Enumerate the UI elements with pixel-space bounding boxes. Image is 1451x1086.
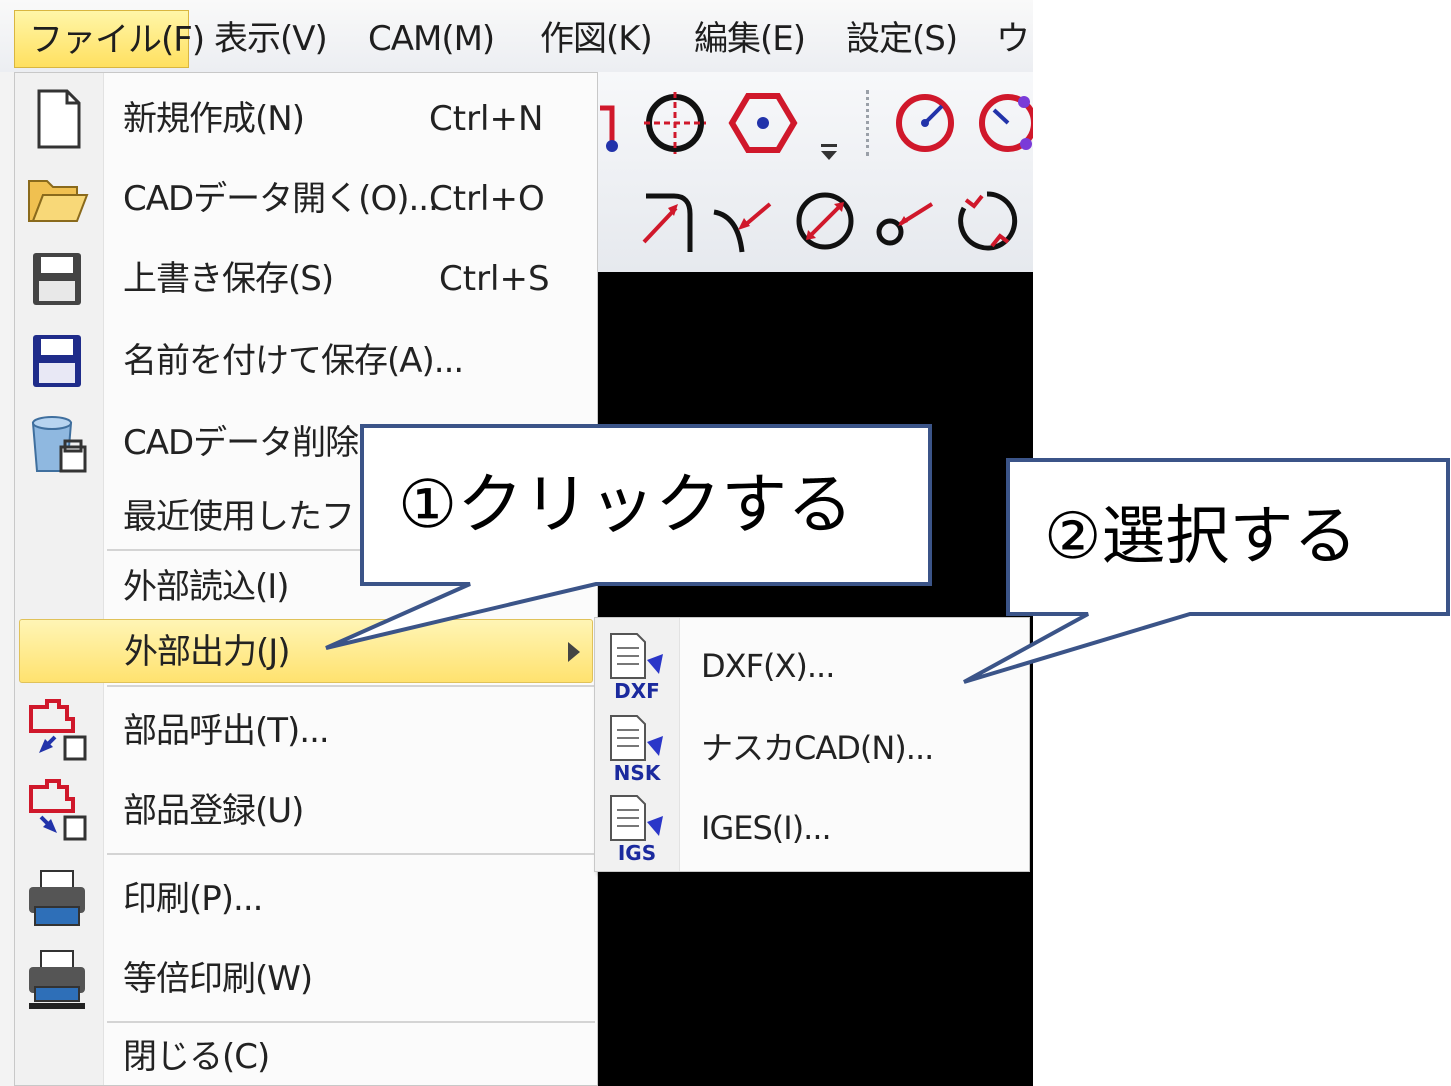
menu-cam[interactable]: CAM(M)	[354, 10, 508, 68]
rotate-arc-icon[interactable]	[952, 186, 1022, 256]
toolbar-row-1	[560, 74, 1033, 170]
toolbar-row-2	[560, 176, 1033, 272]
svg-text:IGS: IGS	[618, 841, 656, 864]
menu-separator	[107, 685, 595, 687]
menu-view[interactable]: 表示(V)	[200, 10, 341, 68]
nsk-export-icon: NSK	[610, 715, 663, 784]
menu-item-save-as[interactable]: 名前を付けて保存(A)...	[15, 321, 597, 401]
menu-item-shortcut: Ctrl+S	[439, 259, 550, 299]
submenu-item-dxf[interactable]: DXF DXF(X)...	[595, 626, 1029, 706]
menu-item-label: 印刷(P)...	[123, 879, 263, 919]
menu-item-part-register[interactable]: 部品登録(U)	[15, 771, 597, 851]
menu-file[interactable]: ファイル(F)	[14, 10, 205, 68]
submenu-arrow-icon	[568, 642, 580, 662]
new-document-icon	[37, 89, 81, 149]
part-register-icon	[29, 779, 87, 841]
menu-item-shortcut: Ctrl+N	[429, 99, 544, 139]
save-as-icon	[33, 335, 81, 387]
submenu-item-nsk[interactable]: NSK ナスカCAD(N)...	[595, 708, 1029, 788]
menu-item-export[interactable]: 外部出力(J)	[19, 619, 593, 683]
actual-size-print-icon	[29, 950, 85, 1009]
menu-edit[interactable]: 編集(E)	[680, 10, 819, 68]
menu-item-print[interactable]: 印刷(P)...	[15, 859, 597, 939]
menu-window[interactable]: ウィ	[982, 10, 1033, 68]
menu-item-new[interactable]: 新規作成(N) Ctrl+N	[15, 79, 597, 159]
menu-item-shortcut: Ctrl+O	[429, 179, 545, 219]
menu-item-label: 新規作成(N)	[123, 99, 305, 139]
menu-item-label: 部品呼出(T)...	[123, 711, 330, 751]
menu-item-label: 名前を付けて保存(A)...	[123, 341, 464, 381]
menu-item-actual-size-print[interactable]: 等倍印刷(W)	[15, 939, 597, 1019]
menu-item-label: 閉じる(C)	[123, 1037, 270, 1077]
menu-item-save[interactable]: 上書き保存(S) Ctrl+S	[15, 239, 597, 319]
menu-item-label: ナスカCAD(N)...	[701, 729, 934, 767]
circle-diameter-icon[interactable]	[790, 186, 860, 256]
chevron-down-icon[interactable]	[818, 126, 840, 166]
save-icon	[33, 253, 81, 305]
submenu-item-iges[interactable]: IGS IGES(I)...	[595, 788, 1029, 868]
callout-select-text: ②選択する	[1044, 500, 1358, 574]
center-point-icon[interactable]	[640, 88, 710, 158]
delete-data-icon	[31, 416, 87, 473]
menu-item-label: 等倍印刷(W)	[123, 959, 313, 999]
open-folder-icon	[28, 180, 89, 222]
menu-item-import[interactable]: 外部読込(I)	[15, 547, 597, 627]
dxf-export-icon: DXF	[610, 633, 663, 702]
callout-click-text: ①クリックする	[398, 466, 854, 543]
fillet-arrow-icon[interactable]	[708, 186, 778, 256]
iges-export-icon: IGS	[610, 795, 663, 864]
menu-separator	[107, 853, 595, 855]
menu-item-label: 外部読込(I)	[123, 567, 290, 607]
menu-settings[interactable]: 設定(S)	[832, 10, 971, 68]
hexagon-icon[interactable]	[728, 88, 798, 158]
toolbar-area	[560, 72, 1033, 272]
menu-item-label: 外部出力(J)	[124, 632, 291, 672]
menu-bar: ファイル(F) 表示(V) CAM(M) 作図(K) 編集(E) 設定(S) ウ…	[0, 0, 1033, 72]
toolbar-separator	[866, 90, 872, 156]
file-menu: 新規作成(N) Ctrl+N CADデータ開く(O)... Ctrl+O 上書き…	[14, 72, 598, 1086]
print-icon	[29, 870, 85, 926]
menu-item-label: DXF(X)...	[701, 647, 835, 685]
menu-item-close[interactable]: 閉じる(C)	[15, 1017, 597, 1086]
chamfer-arrow-icon[interactable]	[634, 186, 704, 256]
menu-item-label: CADデータ開く(O)...	[123, 179, 439, 219]
svg-text:DXF: DXF	[614, 679, 660, 702]
menu-item-label: IGES(I)...	[701, 809, 832, 847]
menu-draw[interactable]: 作図(K)	[526, 10, 666, 68]
circle-radius-icon[interactable]	[890, 88, 960, 158]
menu-item-label: 上書き保存(S)	[123, 259, 334, 299]
menu-item-label: CADデータ削除(D	[123, 423, 397, 463]
point-arrow-icon[interactable]	[870, 186, 940, 256]
menu-item-label: 部品登録(U)	[123, 791, 304, 831]
export-submenu: DXF DXF(X)... NSK ナスカCAD(N)... IGS IGES(…	[594, 617, 1030, 872]
menu-item-part-call[interactable]: 部品呼出(T)...	[15, 691, 597, 771]
svg-text:NSK: NSK	[614, 761, 662, 784]
menu-item-open[interactable]: CADデータ開く(O)... Ctrl+O	[15, 159, 597, 239]
part-call-icon	[29, 699, 87, 761]
circle-tangent-icon[interactable]	[974, 88, 1033, 158]
menu-item-label: 最近使用したファイ	[123, 497, 421, 537]
